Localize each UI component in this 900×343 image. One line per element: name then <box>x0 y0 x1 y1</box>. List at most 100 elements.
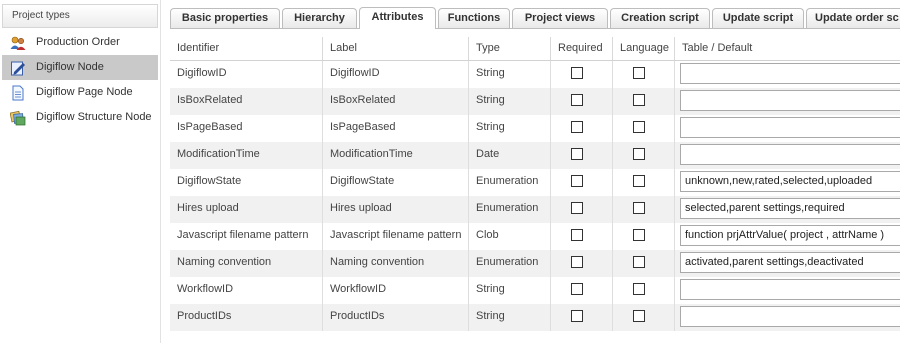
default-value-field[interactable] <box>680 144 900 165</box>
column-header-type: Type <box>468 37 550 60</box>
table-row: IsPageBased IsPageBased String <box>170 115 900 142</box>
table-row: ProductIDs ProductIDs String <box>170 304 900 331</box>
tab-divider <box>170 28 900 29</box>
tab-creation-script[interactable]: Creation script <box>610 8 710 28</box>
project-types-sidebar: Project types Production Order Digiflow … <box>0 0 161 343</box>
cell-required <box>550 250 612 277</box>
cell-type: String <box>468 88 550 115</box>
edit-document-icon <box>10 60 26 76</box>
required-checkbox[interactable] <box>571 229 583 241</box>
cell-required <box>550 115 612 142</box>
required-checkbox[interactable] <box>571 256 583 268</box>
sidebar-item-digiflow-node[interactable]: Digiflow Node <box>2 55 158 80</box>
cell-type: String <box>468 61 550 88</box>
attributes-table: Identifier Label Type Required Language … <box>170 37 900 331</box>
required-checkbox[interactable] <box>571 67 583 79</box>
required-checkbox[interactable] <box>571 94 583 106</box>
tab-project-views[interactable]: Project views <box>512 8 608 28</box>
tab-functions[interactable]: Functions <box>438 8 510 28</box>
cell-required <box>550 142 612 169</box>
required-checkbox[interactable] <box>571 121 583 133</box>
cell-language <box>612 115 674 142</box>
language-checkbox[interactable] <box>633 175 645 187</box>
cell-identifier: Naming convention <box>177 256 272 268</box>
sidebar-item-label: Digiflow Page Node <box>36 86 133 98</box>
cell-type: Enumeration <box>468 169 550 196</box>
cell-identifier: WorkflowID <box>177 283 234 295</box>
cell-label: DigiflowID <box>322 61 468 88</box>
required-checkbox[interactable] <box>571 175 583 187</box>
cell-type: Date <box>468 142 550 169</box>
cell-label: ModificationTime <box>322 142 468 169</box>
cell-identifier: IsBoxRelated <box>177 94 243 106</box>
cell-identifier: ModificationTime <box>177 148 260 160</box>
tab-update-script[interactable]: Update script <box>712 8 804 28</box>
sidebar-header: Project types <box>2 4 158 28</box>
default-value-field[interactable]: selected,parent settings,required <box>680 198 900 219</box>
default-value-field[interactable] <box>680 117 900 138</box>
default-value-field[interactable]: unknown,new,rated,selected,uploaded <box>680 171 900 192</box>
cell-language <box>612 304 674 331</box>
tab-bar: Basic properties Hierarchy Attributes Fu… <box>170 6 900 29</box>
cell-identifier: IsPageBased <box>177 121 243 133</box>
cell-label: ProductIDs <box>322 304 468 331</box>
column-header-language: Language <box>612 37 674 60</box>
cell-required <box>550 304 612 331</box>
cell-identifier: Javascript filename pattern <box>177 229 309 241</box>
table-row: IsBoxRelated IsBoxRelated String <box>170 88 900 115</box>
column-header-table-default: Table / Default <box>674 37 900 60</box>
sidebar-item-digiflow-page-node[interactable]: Digiflow Page Node <box>2 80 158 105</box>
table-row: ModificationTime ModificationTime Date <box>170 142 900 169</box>
tab-hierarchy[interactable]: Hierarchy <box>282 8 357 28</box>
table-row: Javascript filename pattern Javascript fi… <box>170 223 900 250</box>
language-checkbox[interactable] <box>633 310 645 322</box>
language-checkbox[interactable] <box>633 202 645 214</box>
cell-type: String <box>468 277 550 304</box>
default-value-field[interactable] <box>680 90 900 111</box>
default-value-field[interactable] <box>680 306 900 327</box>
cell-identifier: Hires upload <box>177 202 239 214</box>
table-row: DigiflowID DigiflowID String <box>170 61 900 88</box>
language-checkbox[interactable] <box>633 121 645 133</box>
default-value-field[interactable]: activated,parent settings,deactivated <box>680 252 900 273</box>
cell-required <box>550 223 612 250</box>
language-checkbox[interactable] <box>633 283 645 295</box>
language-checkbox[interactable] <box>633 229 645 241</box>
cell-language <box>612 250 674 277</box>
required-checkbox[interactable] <box>571 202 583 214</box>
cell-required <box>550 196 612 223</box>
cell-label: Javascript filename pattern <box>322 223 468 250</box>
required-checkbox[interactable] <box>571 283 583 295</box>
cell-required <box>550 88 612 115</box>
cell-type: String <box>468 304 550 331</box>
sidebar-item-label: Production Order <box>36 36 120 48</box>
cell-label: DigiflowState <box>322 169 468 196</box>
stack-icon <box>10 110 26 126</box>
page-icon <box>10 85 26 101</box>
tab-update-order-script[interactable]: Update order sc <box>806 8 900 28</box>
default-value-field[interactable] <box>680 63 900 84</box>
table-row: Naming convention Naming convention Enumer… <box>170 250 900 277</box>
language-checkbox[interactable] <box>633 67 645 79</box>
tab-basic-properties[interactable]: Basic properties <box>170 8 280 28</box>
column-header-identifier: Identifier <box>177 42 220 54</box>
cell-required <box>550 169 612 196</box>
table-row: WorkflowID WorkflowID String <box>170 277 900 304</box>
language-checkbox[interactable] <box>633 148 645 160</box>
default-value-field[interactable] <box>680 279 900 300</box>
language-checkbox[interactable] <box>633 256 645 268</box>
cell-type: Enumeration <box>468 250 550 277</box>
cell-label: WorkflowID <box>322 277 468 304</box>
tab-attributes[interactable]: Attributes <box>359 7 436 29</box>
cell-required <box>550 277 612 304</box>
language-checkbox[interactable] <box>633 94 645 106</box>
required-checkbox[interactable] <box>571 148 583 160</box>
required-checkbox[interactable] <box>571 310 583 322</box>
sidebar-item-production-order[interactable]: Production Order <box>2 30 158 55</box>
cell-type: String <box>468 115 550 142</box>
users-icon <box>10 35 26 51</box>
column-header-label: Label <box>322 37 468 60</box>
default-value-field[interactable]: function prjAttrValue( project , attrNam… <box>680 225 900 246</box>
cell-language <box>612 169 674 196</box>
sidebar-item-digiflow-structure-node[interactable]: Digiflow Structure Node <box>2 105 158 130</box>
